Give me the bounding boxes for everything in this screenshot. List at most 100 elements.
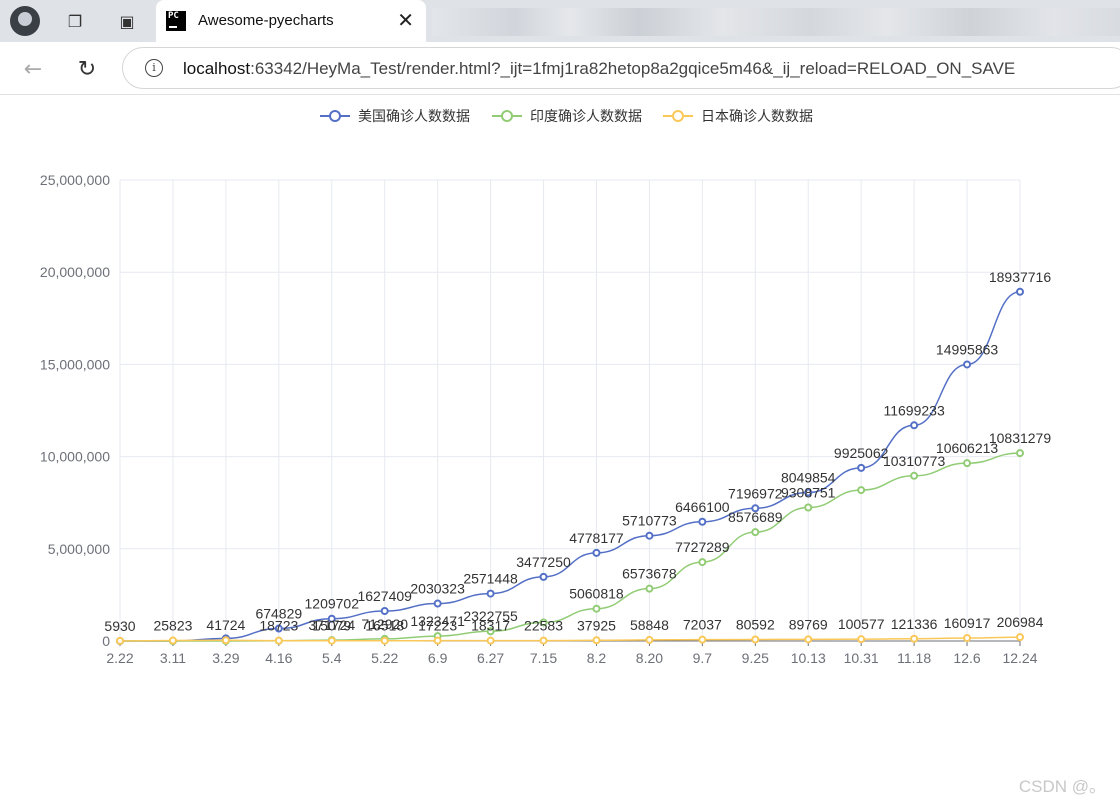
chart-legend: 美国确诊人数数据 印度确诊人数数据 日本确诊人数数据 <box>320 109 813 125</box>
y-tick-label: 10,000,000 <box>40 449 110 465</box>
data-point <box>433 636 442 645</box>
url-input[interactable]: i localhost:63342/HeyMa_Test/render.html… <box>122 47 1120 89</box>
data-label: 712920 <box>361 616 408 632</box>
x-tick-label: 10.31 <box>844 650 879 666</box>
data-label: 10831279 <box>989 430 1052 446</box>
data-label: 371724 <box>308 617 355 633</box>
data-point <box>910 421 919 430</box>
x-tick-label: 8.2 <box>587 650 607 666</box>
profile-avatar[interactable] <box>10 6 40 36</box>
data-point <box>963 634 972 643</box>
data-point <box>645 584 654 593</box>
x-tick-label: 3.11 <box>160 650 186 666</box>
data-point <box>116 636 124 645</box>
data-label: 89769 <box>789 616 828 632</box>
data-label: 22583 <box>524 618 563 634</box>
legend-item-0[interactable]: 美国确诊人数数据 <box>320 109 470 125</box>
data-label: 2322755 <box>463 608 518 624</box>
data-label: 9925062 <box>834 445 889 461</box>
data-label: 37925 <box>577 617 616 633</box>
data-point <box>221 636 230 645</box>
legend-item-2[interactable]: 日本确诊人数数据 <box>663 109 813 125</box>
data-point <box>486 636 495 645</box>
data-point <box>539 636 548 645</box>
data-label: 80592 <box>736 617 775 633</box>
x-tick-label: 9.7 <box>693 650 713 666</box>
data-label: 1323471 <box>410 613 465 629</box>
data-label: 10606213 <box>936 440 999 456</box>
url-text[interactable]: localhost:63342/HeyMa_Test/render.html?_… <box>183 59 1015 79</box>
data-point <box>592 604 601 613</box>
tab-awesome-pyecharts[interactable]: PC Awesome-pyecharts ✕ <box>156 0 426 42</box>
data-label: 25823 <box>153 618 192 634</box>
series-2 <box>116 633 1024 645</box>
url-host: localhost <box>183 59 251 78</box>
reload-icon[interactable]: ↻ <box>72 54 102 84</box>
data-label: 6466100 <box>675 499 730 515</box>
data-point <box>327 636 336 645</box>
data-point <box>1016 633 1024 642</box>
data-point <box>645 531 654 540</box>
data-label: 8576689 <box>728 509 783 525</box>
data-label: 2571448 <box>463 571 518 587</box>
data-point <box>486 589 495 598</box>
x-tick-label: 9.25 <box>742 650 769 666</box>
legend-item-1[interactable]: 印度确诊人数数据 <box>492 109 642 125</box>
data-label: 18937716 <box>989 269 1052 285</box>
y-axis: 0 5,000,000 10,000,000 15,000,000 20,000,000… <box>40 172 110 649</box>
close-tab-icon[interactable]: ✕ <box>397 8 414 32</box>
collections-icon[interactable]: ❐ <box>60 6 90 36</box>
data-point <box>698 635 707 644</box>
data-point <box>910 634 919 643</box>
data-point <box>433 599 442 608</box>
back-arrow-icon[interactable]: ← <box>18 54 48 84</box>
data-label: 41724 <box>206 617 245 633</box>
pycharm-icon: PC <box>166 11 186 31</box>
x-tick-label: 5.4 <box>322 650 342 666</box>
data-label: 72037 <box>683 617 722 633</box>
data-point <box>645 635 654 644</box>
data-label: 5930 <box>104 618 135 634</box>
data-point <box>698 517 707 526</box>
x-tick-label: 7.15 <box>530 650 557 666</box>
legend-label: 美国确诊人数数据 <box>358 109 470 125</box>
data-label: 160917 <box>944 615 991 631</box>
data-point <box>592 636 601 645</box>
y-tick-label: 0 <box>102 633 110 649</box>
blurred-background-tab[interactable] <box>432 8 1120 36</box>
data-label: 6573678 <box>622 566 677 582</box>
legend-marker <box>672 110 684 122</box>
tab-title: Awesome-pyecharts <box>198 12 334 29</box>
data-point <box>380 636 389 645</box>
data-point <box>698 558 707 567</box>
legend-label: 日本确诊人数数据 <box>701 109 813 125</box>
data-point <box>804 503 813 512</box>
browser-tab-bar: ❐ ▣ PC Awesome-pyecharts ✕ <box>0 0 1120 42</box>
data-label: 14995863 <box>936 341 999 357</box>
y-tick-label: 15,000,000 <box>40 356 110 372</box>
legend-label: 印度确诊人数数据 <box>530 109 642 125</box>
data-label: 1627409 <box>357 588 412 604</box>
x-tick-label: 12.24 <box>1002 650 1037 666</box>
data-point <box>804 635 813 644</box>
data-point <box>274 636 283 645</box>
data-point <box>751 635 760 644</box>
info-icon[interactable]: i <box>145 59 163 77</box>
x-tick-label: 4.16 <box>265 650 292 666</box>
y-tick-label: 25,000,000 <box>40 172 110 188</box>
data-label: 3477250 <box>516 554 571 570</box>
data-label: 8049854 <box>781 470 836 486</box>
data-point <box>857 463 866 472</box>
data-point <box>963 360 972 369</box>
legend-marker <box>501 110 513 122</box>
x-axis: 2.22 3.11 3.29 4.16 5.4 5.22 6.9 6.27 7.15 8.2 8.2… <box>106 640 1038 666</box>
data-labels: 5930 25823 41724 18723 15079 16518 17223 18317 2… <box>104 269 1051 634</box>
data-label: 7727289 <box>675 539 730 555</box>
data-label: 5710773 <box>622 513 677 529</box>
vertical-tabs-icon[interactable]: ▣ <box>112 6 142 36</box>
x-tick-label: 8.20 <box>636 650 663 666</box>
data-label: 11699233 <box>883 402 944 418</box>
data-point <box>857 486 866 495</box>
data-label: 206984 <box>997 614 1044 630</box>
x-tick-label: 10.13 <box>791 650 826 666</box>
